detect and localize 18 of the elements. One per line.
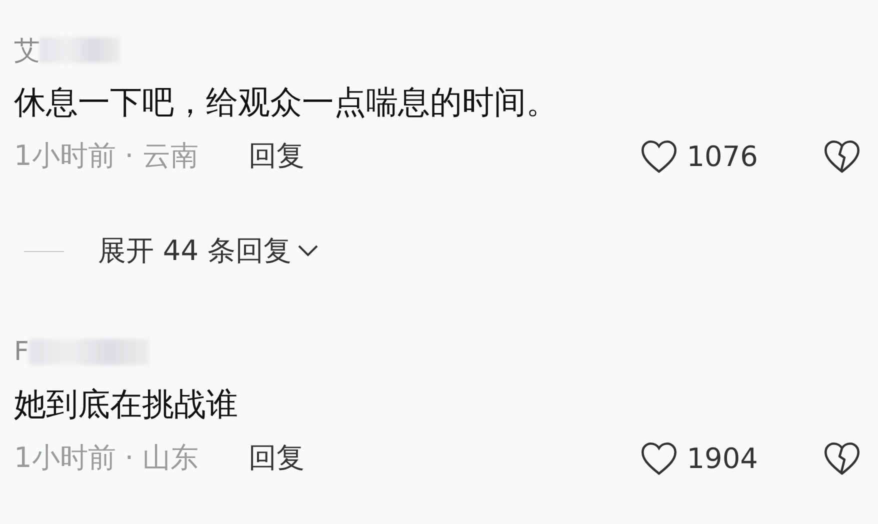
broken-heart-icon <box>822 138 862 174</box>
comment-text: 休息一下吧，给观众一点喘息的时间。 <box>14 82 559 123</box>
expand-replies-button[interactable]: 展开 44 条回复 <box>98 232 320 270</box>
username: 艾 <box>14 34 40 68</box>
heart-icon <box>638 440 679 476</box>
dislike-button[interactable] <box>822 440 862 476</box>
heart-icon <box>638 138 679 174</box>
reply-link[interactable]: 回复 <box>248 439 305 477</box>
like-button[interactable]: 1076 <box>638 138 758 174</box>
comment-text: 她到底在挑战谁 <box>14 384 239 425</box>
reply-link[interactable]: 回复 <box>248 137 305 175</box>
broken-heart-icon <box>822 440 862 476</box>
chevron-down-icon <box>297 244 320 258</box>
username: F <box>14 337 29 367</box>
comment-meta: 1小时前 · 山东 <box>14 440 199 476</box>
like-button[interactable]: 1904 <box>638 440 758 476</box>
comment-meta: 1小时前 · 云南 <box>14 138 199 174</box>
dislike-button[interactable] <box>822 138 862 174</box>
